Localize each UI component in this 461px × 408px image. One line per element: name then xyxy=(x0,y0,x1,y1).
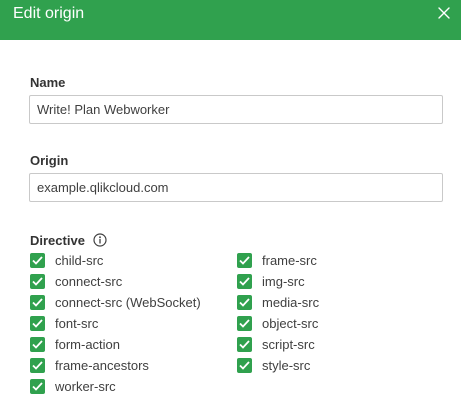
directive-checkbox-form-action[interactable]: form-action xyxy=(30,335,120,353)
close-icon[interactable] xyxy=(433,2,455,24)
directive-checkbox-style-src[interactable]: style-src xyxy=(237,356,310,374)
checkbox-checked-icon[interactable] xyxy=(30,273,45,289)
directive-checkbox-label: font-src xyxy=(55,315,99,331)
directive-checkbox-label: connect-src xyxy=(55,273,123,289)
name-input[interactable] xyxy=(29,95,443,124)
close-button[interactable] xyxy=(433,2,455,24)
directive-checkbox-media-src[interactable]: media-src xyxy=(237,293,319,311)
checkbox-checked-icon[interactable] xyxy=(237,336,252,352)
checkbox-checked-icon[interactable] xyxy=(237,357,252,373)
directive-checkbox-label: frame-src xyxy=(262,252,317,268)
checkbox-checked-icon[interactable] xyxy=(30,378,45,394)
directive-checkbox-object-src[interactable]: object-src xyxy=(237,314,318,332)
checkbox-checked-icon[interactable] xyxy=(237,315,252,331)
dialog-title: Edit origin xyxy=(13,5,85,22)
checkbox-checked-icon[interactable] xyxy=(30,294,45,310)
directive-checkbox-frame-ancestors[interactable]: frame-ancestors xyxy=(30,356,149,374)
directive-checkbox-label: frame-ancestors xyxy=(55,357,149,373)
directive-checkbox-label: object-src xyxy=(262,315,319,331)
directive-checkbox-label: img-src xyxy=(262,273,305,289)
directive-checkbox-label: form-action xyxy=(55,336,121,352)
directive-checkbox-label: script-src xyxy=(262,336,315,352)
directive-header: Directive xyxy=(30,232,107,248)
directive-checkbox-script-src[interactable]: script-src xyxy=(237,335,315,353)
directive-checkbox-connect-src[interactable]: connect-src xyxy=(30,272,122,290)
dialog-header: Edit origin xyxy=(0,0,461,40)
edit-origin-dialog: Edit origin Name Origin Directive child-… xyxy=(0,0,461,408)
directive-checkbox-label: connect-src (WebSocket) xyxy=(55,294,201,310)
checkbox-checked-icon[interactable] xyxy=(237,252,252,268)
directive-label: Directive xyxy=(30,232,85,248)
checkbox-checked-icon[interactable] xyxy=(30,315,45,331)
directive-checkbox-label: worker-src xyxy=(55,378,116,394)
checkbox-checked-icon[interactable] xyxy=(30,357,45,373)
checkbox-checked-icon[interactable] xyxy=(30,336,45,352)
directive-checkbox-connect-src-websocket[interactable]: connect-src (WebSocket) xyxy=(30,293,201,311)
directive-checkbox-img-src[interactable]: img-src xyxy=(237,272,305,290)
directive-checkbox-label: child-src xyxy=(55,252,104,268)
info-circle-icon[interactable] xyxy=(93,233,107,247)
directive-checkbox-label: style-src xyxy=(262,357,311,373)
directive-checkbox-worker-src[interactable]: worker-src xyxy=(30,377,116,395)
origin-input[interactable] xyxy=(29,173,443,202)
checkbox-checked-icon[interactable] xyxy=(237,273,252,289)
origin-label: Origin xyxy=(30,153,69,168)
directive-checkbox-label: media-src xyxy=(262,294,320,310)
directive-checkbox-font-src[interactable]: font-src xyxy=(30,314,98,332)
directive-checkbox-frame-src[interactable]: frame-src xyxy=(237,251,317,269)
checkbox-checked-icon[interactable] xyxy=(30,252,45,268)
checkbox-checked-icon[interactable] xyxy=(237,294,252,310)
directive-checkbox-child-src[interactable]: child-src xyxy=(30,251,103,269)
name-label: Name xyxy=(30,75,66,90)
